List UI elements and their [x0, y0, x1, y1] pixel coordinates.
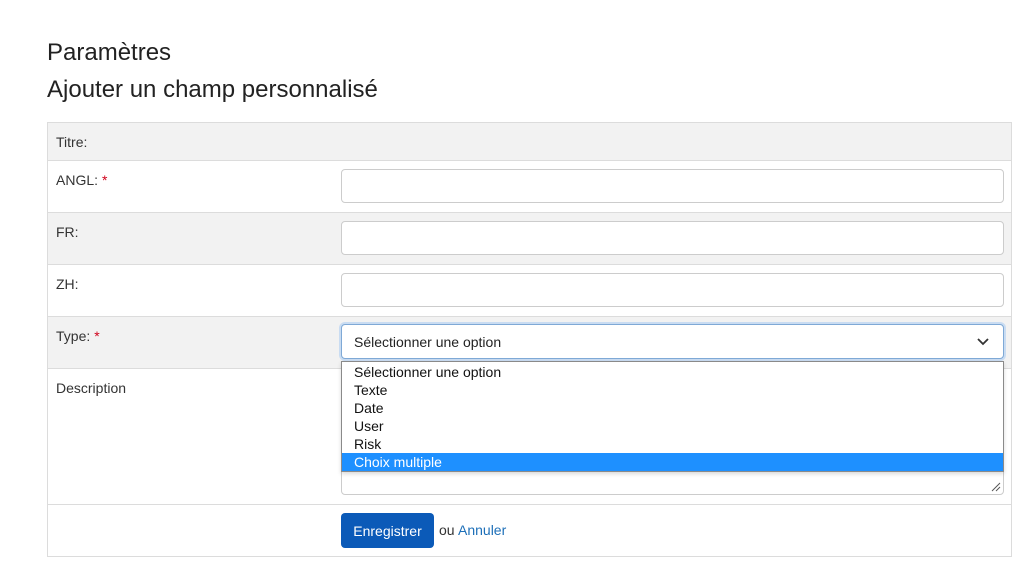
angl-row: ANGL: *	[48, 161, 1011, 213]
dropdown-option[interactable]: User	[342, 417, 1003, 435]
page-subtitle: Ajouter un champ personnalisé	[47, 76, 378, 103]
fr-input[interactable]	[341, 221, 1004, 255]
chevron-down-icon	[977, 338, 989, 346]
fr-row: FR:	[48, 213, 1011, 265]
cancel-link[interactable]: Annuler	[458, 522, 506, 538]
type-select[interactable]: Sélectionner une option	[341, 324, 1004, 359]
custom-field-form: Titre: ANGL: * FR: ZH: Type: * Sélectionne…	[47, 122, 1012, 557]
zh-row: ZH:	[48, 265, 1011, 317]
save-button[interactable]: Enregistrer	[341, 513, 434, 548]
angl-label: ANGL:	[56, 172, 99, 188]
angl-input[interactable]	[341, 169, 1004, 203]
resize-grip-icon[interactable]	[989, 480, 1001, 492]
actions-row: Enregistrer ou Annuler	[48, 505, 1011, 556]
page-title: Paramètres	[47, 39, 172, 66]
zh-label: ZH:	[56, 276, 79, 292]
required-marker: *	[102, 172, 108, 188]
dropdown-option[interactable]: Date	[342, 399, 1003, 417]
dropdown-option-highlighted[interactable]: Choix multiple	[342, 453, 1003, 471]
description-label: Description	[56, 380, 127, 396]
title-label: Titre:	[56, 134, 88, 150]
dropdown-option[interactable]: Sélectionner une option	[342, 363, 1003, 381]
fr-label: FR:	[56, 224, 79, 240]
type-dropdown-list: Sélectionner une option Texte Date User …	[341, 361, 1004, 472]
type-select-value: Sélectionner une option	[354, 334, 502, 350]
title-row: Titre:	[48, 123, 1011, 161]
dropdown-option[interactable]: Texte	[342, 381, 1003, 399]
type-label: Type:	[56, 328, 91, 344]
or-text: ou	[439, 522, 455, 538]
required-marker: *	[94, 328, 100, 344]
dropdown-option[interactable]: Risk	[342, 435, 1003, 453]
zh-input[interactable]	[341, 273, 1004, 307]
